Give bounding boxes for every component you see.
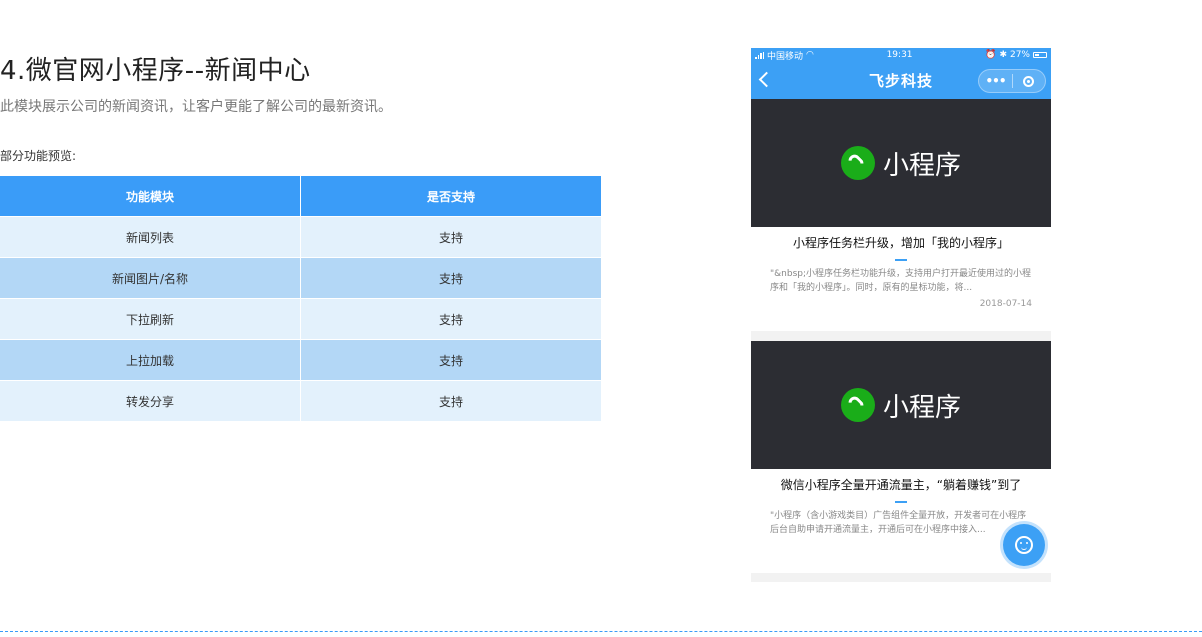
preview-label: 部分功能预览: <box>0 149 77 163</box>
table-cell: 支持 <box>300 298 601 340</box>
mini-program-logo-icon <box>840 146 875 180</box>
mini-program-capsule: ••• <box>978 69 1046 93</box>
table-cell: 新闻列表 <box>0 216 301 258</box>
customer-service-icon <box>1015 536 1033 554</box>
news-card[interactable]: 小程序 小程序任务栏升级，增加「我的小程序」 "&nbsp;小程序任务栏功能升级… <box>751 99 1051 331</box>
section-divider <box>0 631 1202 632</box>
phone-status-bar: 中国移动 ◠ 19:31 ⏰ ✱ 27% <box>751 48 1051 62</box>
news-date: 2018-07-14 <box>979 299 1032 309</box>
news-title: 小程序任务栏升级，增加「我的小程序」 <box>792 236 1009 250</box>
carrier-label: 中国移动 <box>767 51 804 62</box>
feature-table: 功能模块 是否支持 新闻列表 支持 新闻图片/名称 支持 下拉刷新 支持 上拉加… <box>0 176 601 421</box>
section-title: 4.微官网小程序--新闻中心 <box>0 56 311 86</box>
header-supported: 是否支持 <box>300 176 601 217</box>
table-row: 下拉刷新 支持 <box>0 298 601 340</box>
table-cell: 支持 <box>300 339 601 381</box>
table-row: 新闻列表 支持 <box>0 216 601 258</box>
status-time: 19:31 <box>886 50 913 60</box>
table-cell: 上拉加载 <box>0 339 301 381</box>
table-cell: 下拉刷新 <box>0 298 301 340</box>
phone-preview: 中国移动 ◠ 19:31 ⏰ ✱ 27% 飞步科技 ••• 小程序 小程序任务栏… <box>751 48 1051 582</box>
mini-program-logo-icon <box>840 388 875 422</box>
news-summary: "&nbsp;小程序任务栏功能升级，支持用户打开最近使用过的小程序和「我的小程序… <box>770 269 1032 293</box>
table-row: 新闻图片/名称 支持 <box>0 257 601 299</box>
table-header-row: 功能模块 是否支持 <box>0 176 601 217</box>
table-cell: 支持 <box>300 380 601 421</box>
table-cell: 新闻图片/名称 <box>0 257 301 299</box>
alarm-icon: ⏰ <box>985 50 997 60</box>
bluetooth-icon: ✱ <box>999 50 1007 60</box>
header-feature-module: 功能模块 <box>0 176 301 217</box>
banner-text: 小程序 <box>882 392 961 423</box>
section-description: 此模块展示公司的新闻资讯，让客户更能了解公司的最新资讯。 <box>0 99 392 115</box>
battery-icon <box>1033 52 1047 58</box>
banner-text: 小程序 <box>882 150 961 181</box>
table-cell: 转发分享 <box>0 380 301 421</box>
table-row: 转发分享 支持 <box>0 380 601 421</box>
customer-service-button[interactable] <box>1003 524 1045 566</box>
news-title: 微信小程序全量开通流量主，“躺着赚钱”到了 <box>780 478 1022 492</box>
table-cell: 支持 <box>300 216 601 258</box>
battery-percent: 27% <box>1009 50 1030 60</box>
news-banner-image: 小程序 <box>751 99 1051 227</box>
signal-icon <box>755 51 764 59</box>
news-banner-image: 小程序 <box>751 341 1051 469</box>
table-cell: 支持 <box>300 257 601 299</box>
wifi-icon: ◠ <box>806 50 814 60</box>
back-arrow-icon[interactable] <box>758 71 775 88</box>
phone-nav-bar: 飞步科技 ••• <box>751 62 1051 99</box>
table-row: 上拉加载 支持 <box>0 339 601 381</box>
more-menu-icon[interactable]: ••• <box>979 74 1012 88</box>
nav-title: 飞步科技 <box>868 72 933 90</box>
close-mini-program-icon[interactable] <box>1013 75 1045 87</box>
